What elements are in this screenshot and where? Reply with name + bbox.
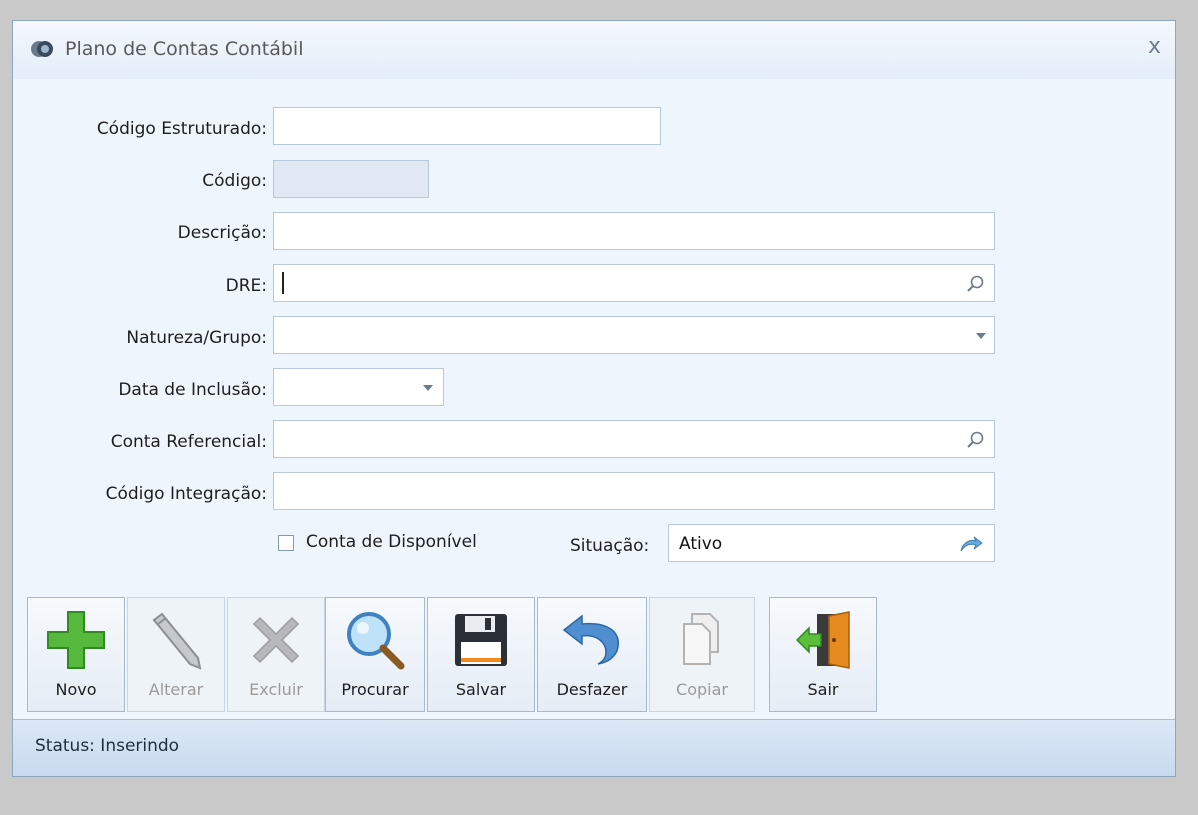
descricao-label: Descrição: <box>177 223 267 243</box>
conta-referencial-field[interactable] <box>273 420 995 458</box>
data-inclusao-picker[interactable] <box>273 368 444 406</box>
chevron-down-icon[interactable] <box>423 385 433 391</box>
data-inclusao-input[interactable] <box>274 369 413 405</box>
copiar-label: Copiar <box>676 680 728 699</box>
redo-arrow-icon[interactable] <box>958 533 984 555</box>
situacao-label: Situação: <box>570 536 650 556</box>
codigo-field <box>273 160 429 198</box>
codigo-integracao-input[interactable] <box>274 473 994 509</box>
codigo-estruturado-field[interactable] <box>273 107 661 145</box>
title-bar: Plano de Contas Contábil x <box>13 21 1175 79</box>
search-icon[interactable] <box>964 273 986 295</box>
conta-disponivel-label[interactable]: Conta de Disponível <box>306 532 477 552</box>
conta-disponivel-checkbox[interactable] <box>278 535 294 551</box>
x-icon <box>252 616 300 664</box>
descricao-input[interactable] <box>274 213 994 249</box>
exit-door-icon <box>795 611 850 669</box>
codigo-estruturado-input[interactable] <box>274 108 660 144</box>
search-icon[interactable] <box>964 429 986 451</box>
conta-referencial-label: Conta Referencial: <box>110 432 267 452</box>
salvar-label: Salvar <box>455 680 507 699</box>
alterar-button[interactable]: Alterar <box>127 597 225 712</box>
copiar-button[interactable]: Copiar <box>649 597 755 712</box>
copy-icon <box>683 613 719 665</box>
excluir-button[interactable]: Excluir <box>227 597 325 712</box>
magnifier-icon <box>347 612 405 670</box>
data-inclusao-label: Data de Inclusão: <box>118 380 267 400</box>
novo-label: Novo <box>55 680 97 699</box>
plano-de-contas-window: Plano de Contas Contábil x Código Estrut… <box>12 20 1176 777</box>
plus-icon <box>47 611 105 669</box>
codigo-estruturado-label: Código Estruturado: <box>96 119 267 139</box>
descricao-field[interactable] <box>273 212 995 250</box>
salvar-button[interactable]: Salvar <box>427 597 535 712</box>
floppy-disk-icon <box>455 614 507 666</box>
conta-referencial-input[interactable] <box>274 421 954 457</box>
natureza-grupo-label: Natureza/Grupo: <box>126 328 267 348</box>
dre-field[interactable] <box>273 264 995 302</box>
status-text: Status: Inserindo <box>35 736 180 756</box>
chevron-down-icon[interactable] <box>976 333 986 339</box>
procurar-label: Procurar <box>341 680 409 699</box>
codigo-label: Código: <box>202 171 267 191</box>
situacao-value: Ativo <box>679 534 723 554</box>
dre-label: DRE: <box>225 276 267 296</box>
undo-arrow-icon <box>562 614 619 665</box>
natureza-grupo-select[interactable] <box>273 316 995 354</box>
natureza-grupo-input[interactable] <box>274 317 964 353</box>
codigo-integracao-field[interactable] <box>273 472 995 510</box>
novo-button[interactable]: Novo <box>27 597 125 712</box>
status-bar: Status: Inserindo <box>13 719 1175 776</box>
desfazer-label: Desfazer <box>556 680 628 699</box>
sair-label: Sair <box>807 680 839 699</box>
pencil-icon <box>152 612 202 670</box>
dre-input[interactable] <box>282 272 952 294</box>
situacao-field[interactable]: Ativo <box>668 524 995 562</box>
alterar-label: Alterar <box>148 680 204 699</box>
codigo-input <box>274 161 428 197</box>
codigo-integracao-label: Código Integração: <box>105 484 267 504</box>
desfazer-button[interactable]: Desfazer <box>537 597 647 712</box>
sair-button[interactable]: Sair <box>769 597 877 712</box>
procurar-button[interactable]: Procurar <box>325 597 425 712</box>
close-button[interactable]: x <box>1148 34 1161 59</box>
app-icon <box>31 41 53 57</box>
excluir-label: Excluir <box>249 680 303 699</box>
window-title: Plano de Contas Contábil <box>65 38 304 60</box>
